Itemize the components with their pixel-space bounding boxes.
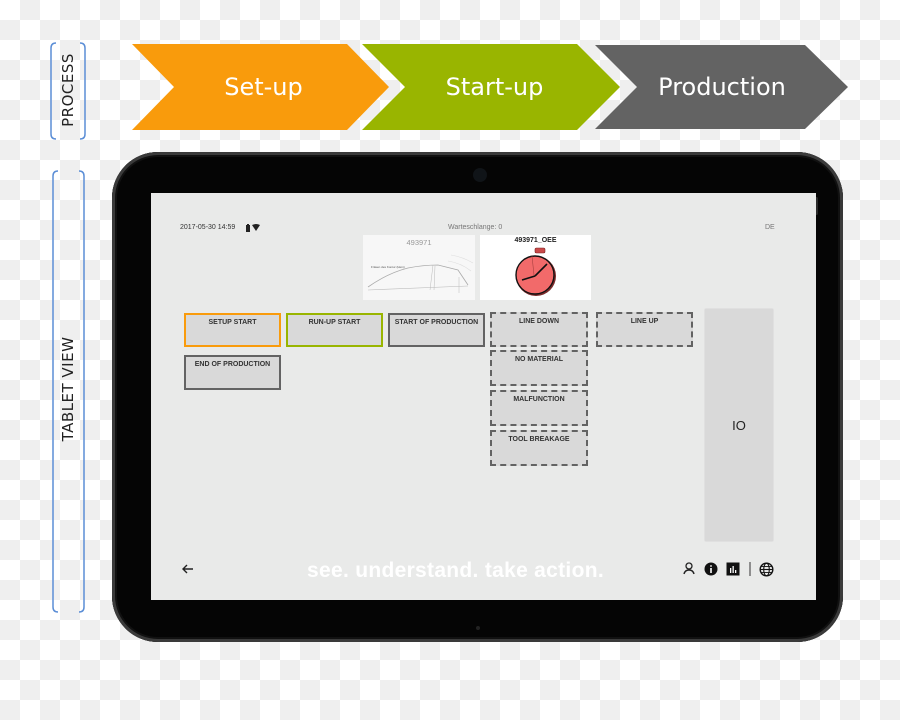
- tool-breakage-button[interactable]: TOOL BREAKAGE: [490, 430, 588, 466]
- end-of-production-button[interactable]: END OF PRODUCTION: [184, 355, 281, 390]
- line-down-button[interactable]: LINE DOWN: [490, 312, 588, 347]
- divider: [749, 562, 751, 576]
- process-label: PROCESS: [59, 53, 77, 127]
- line-up-button[interactable]: LINE UP: [596, 312, 693, 347]
- stopwatch-icon: [515, 247, 556, 296]
- chart-icon[interactable]: [726, 562, 740, 576]
- queue-status: Warteschlange: 0: [448, 224, 503, 231]
- start-of-production-button[interactable]: START OF PRODUCTION: [388, 313, 485, 347]
- language-selector[interactable]: DE: [765, 224, 775, 231]
- process-bracket: PROCESS: [50, 42, 86, 140]
- status-datetime: 2017-05-30 14:59: [180, 224, 236, 231]
- setup-start-button[interactable]: SETUP START: [184, 313, 281, 347]
- process-step-startup-label: Start-up: [445, 73, 544, 101]
- battery-icon: [246, 224, 250, 232]
- malfunction-button[interactable]: MALFUNCTION: [490, 390, 588, 426]
- arrow-left-icon[interactable]: [181, 562, 195, 576]
- info-icon[interactable]: [704, 562, 718, 576]
- part-drawing-image: Fräsen des Kontur (klein): [367, 254, 474, 293]
- tablet-view-label: TABLET VIEW: [59, 336, 77, 442]
- tagline: see. understand. take action.: [307, 559, 604, 582]
- process-step-setup-label: Set-up: [224, 73, 303, 101]
- io-panel[interactable]: IO: [705, 309, 773, 541]
- process-step-production-label: Production: [658, 73, 786, 101]
- wifi-icon: [252, 224, 260, 232]
- user-icon[interactable]: [683, 562, 695, 576]
- globe-icon[interactable]: [759, 562, 774, 577]
- tablet-view-bracket: TABLET VIEW: [52, 170, 85, 613]
- thumbnail-part-drawing[interactable]: 493971 Fräsen des Kontur (klein): [363, 235, 475, 300]
- runup-start-button[interactable]: RUN-UP START: [286, 313, 383, 347]
- process-step-production: Production: [595, 45, 849, 129]
- thumbnail-oee[interactable]: 493971_OEE: [480, 235, 591, 300]
- process-step-setup: Set-up: [132, 44, 390, 130]
- camera-icon: [473, 168, 487, 182]
- process-step-startup: Start-up: [362, 44, 622, 130]
- tablet-mic: [476, 626, 480, 630]
- svg-text:Fräsen des Kontur (klein): Fräsen des Kontur (klein): [371, 265, 405, 269]
- no-material-button[interactable]: NO MATERIAL: [490, 350, 588, 386]
